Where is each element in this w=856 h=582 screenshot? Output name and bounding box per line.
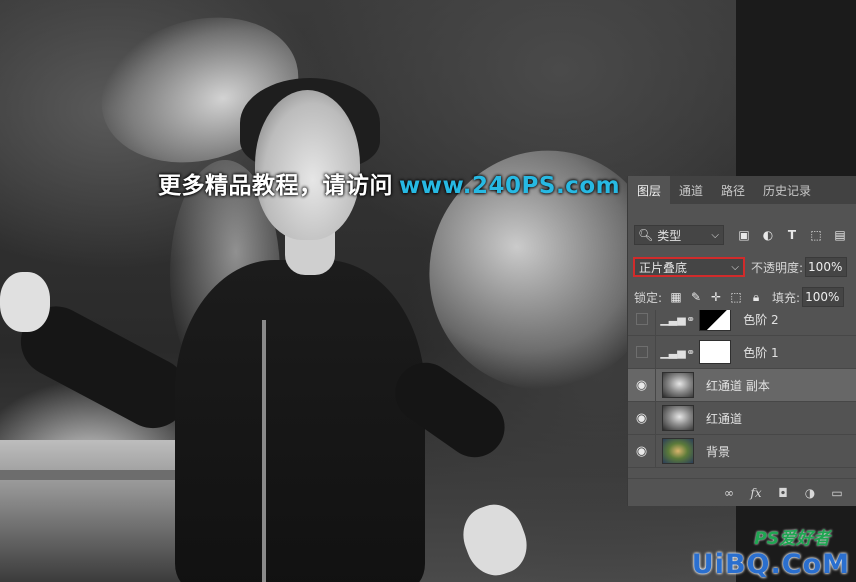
watermark-caption: 更多精品教程，请访问 bbox=[158, 173, 393, 199]
eye-icon: ◉ bbox=[635, 377, 648, 393]
layer-thumbnail bbox=[662, 405, 694, 431]
face bbox=[255, 90, 360, 240]
panel-footer: ∞ fx ◘ ◑ ▭ bbox=[628, 478, 856, 507]
visibility-toggle[interactable] bbox=[628, 310, 656, 336]
chain-link-icon[interactable]: ⚭ bbox=[686, 313, 695, 326]
opacity-label: 不透明度: bbox=[751, 260, 804, 275]
site-logo-sub: PS爱好者 bbox=[754, 529, 830, 549]
smart-object-filter-icon[interactable]: ▤ bbox=[834, 228, 846, 242]
layer-red-channel[interactable]: ◉ 红通道 bbox=[628, 401, 856, 435]
lock-all-icon[interactable]: 🔒︎ bbox=[750, 290, 762, 305]
add-mask-icon[interactable]: ◘ bbox=[776, 486, 790, 500]
jacket bbox=[175, 260, 425, 582]
search-icon: 🔍︎ bbox=[638, 228, 654, 242]
blend-row: 正片叠底 ⌵ 不透明度: 100% bbox=[628, 254, 856, 280]
layer-name[interactable]: 背景 bbox=[706, 443, 730, 460]
chevron-down-icon: ⌵ bbox=[711, 229, 719, 241]
layers-panel: 图层 通道 路径 历史记录 🔍︎ 类型 ⌵ ▣ ◐ T ⬚ ▤ 正片叠底 ⌵ 不… bbox=[627, 176, 856, 506]
visibility-toggle[interactable]: ◉ bbox=[628, 401, 656, 435]
chain-link-icon[interactable]: ⚭ bbox=[686, 346, 695, 359]
layer-name[interactable]: 色阶 1 bbox=[743, 344, 778, 361]
new-group-icon[interactable]: ▭ bbox=[830, 486, 844, 500]
visibility-toggle[interactable]: ◉ bbox=[628, 434, 656, 468]
left-hand bbox=[0, 272, 50, 332]
lock-transparent-pixels-icon[interactable]: ▦ bbox=[670, 290, 682, 304]
layer-levels-1[interactable]: ▁▃▅ ⚭ 色阶 1 bbox=[628, 335, 856, 369]
fx-icon[interactable]: fx bbox=[749, 486, 763, 500]
blend-mode-select[interactable]: 正片叠底 ⌵ bbox=[633, 257, 745, 277]
zipper bbox=[262, 320, 266, 582]
fill-label: 填充: bbox=[772, 290, 801, 305]
type-filter-icon[interactable]: T bbox=[786, 228, 798, 242]
layer-mask-thumbnail[interactable] bbox=[699, 340, 732, 364]
opacity-input[interactable]: 100% bbox=[805, 257, 848, 277]
lock-row: 锁定: ▦ ✎ ✛ ⬚ 🔒︎ 填充: 100% bbox=[628, 286, 856, 308]
layer-background[interactable]: ◉ 背景 bbox=[628, 434, 856, 468]
shape-filter-icon[interactable]: ⬚ bbox=[810, 228, 822, 242]
layer-levels-2[interactable]: ▁▃▅ ⚭ 色阶 2 bbox=[628, 310, 856, 336]
watermark-url: www.240PS.com bbox=[399, 173, 621, 199]
lock-artboard-icon[interactable]: ⬚ bbox=[730, 290, 742, 304]
filter-type-label: 类型 bbox=[657, 228, 682, 243]
layer-name[interactable]: 红通道 bbox=[706, 410, 742, 427]
eye-icon: ◉ bbox=[635, 410, 648, 426]
tab-channels[interactable]: 通道 bbox=[670, 176, 712, 204]
layer-list: ▁▃▅ ⚭ 色阶 2 ▁▃▅ ⚭ 色阶 1 ◉ 红通道 副本 ◉ 红通道 ◉ 背… bbox=[628, 310, 856, 478]
lock-label: 锁定: bbox=[634, 290, 663, 305]
tab-paths[interactable]: 路径 bbox=[712, 176, 754, 204]
image-filter-icon[interactable]: ▣ bbox=[738, 228, 750, 242]
lock-image-pixels-icon[interactable]: ✎ bbox=[690, 290, 702, 304]
levels-icon: ▁▃▅ bbox=[660, 312, 686, 326]
watermark-text: 更多精品教程，请访问 www.240PS.com bbox=[158, 166, 620, 200]
site-logo: PS爱好者 UiBQ.CoM bbox=[692, 524, 850, 580]
eye-icon: ◉ bbox=[635, 443, 648, 459]
filter-type-select[interactable]: 🔍︎ 类型 ⌵ bbox=[634, 225, 724, 245]
visibility-toggle[interactable]: ◉ bbox=[628, 368, 656, 402]
site-logo-main: UiBQ.CoM bbox=[691, 549, 850, 580]
layer-red-channel-copy[interactable]: ◉ 红通道 副本 bbox=[628, 368, 856, 402]
new-adjustment-icon[interactable]: ◑ bbox=[803, 486, 817, 500]
fill-input[interactable]: 100% bbox=[802, 287, 845, 307]
blend-mode-value: 正片叠底 bbox=[639, 260, 688, 275]
visibility-off-box bbox=[635, 313, 648, 325]
background-ground bbox=[0, 440, 200, 582]
adjustment-filter-icon[interactable]: ◐ bbox=[762, 228, 774, 242]
panel-tabs: 图层 通道 路径 历史记录 bbox=[628, 176, 856, 204]
layer-name[interactable]: 红通道 副本 bbox=[706, 377, 770, 394]
tab-layers[interactable]: 图层 bbox=[628, 176, 671, 204]
layer-thumbnail bbox=[662, 372, 694, 398]
visibility-toggle[interactable] bbox=[628, 335, 656, 369]
filter-row: 🔍︎ 类型 ⌵ ▣ ◐ T ⬚ ▤ bbox=[628, 224, 856, 246]
chevron-down-icon: ⌵ bbox=[731, 261, 739, 273]
layer-name[interactable]: 色阶 2 bbox=[743, 311, 778, 328]
right-hand bbox=[454, 496, 536, 582]
lock-position-icon[interactable]: ✛ bbox=[710, 290, 722, 304]
link-layers-icon[interactable]: ∞ bbox=[722, 486, 736, 500]
layer-thumbnail bbox=[662, 438, 694, 464]
levels-icon: ▁▃▅ bbox=[660, 345, 686, 359]
layer-mask-thumbnail[interactable] bbox=[699, 310, 732, 331]
tab-history[interactable]: 历史记录 bbox=[754, 176, 820, 204]
photo-canvas bbox=[0, 0, 736, 582]
visibility-off-box bbox=[635, 346, 648, 358]
